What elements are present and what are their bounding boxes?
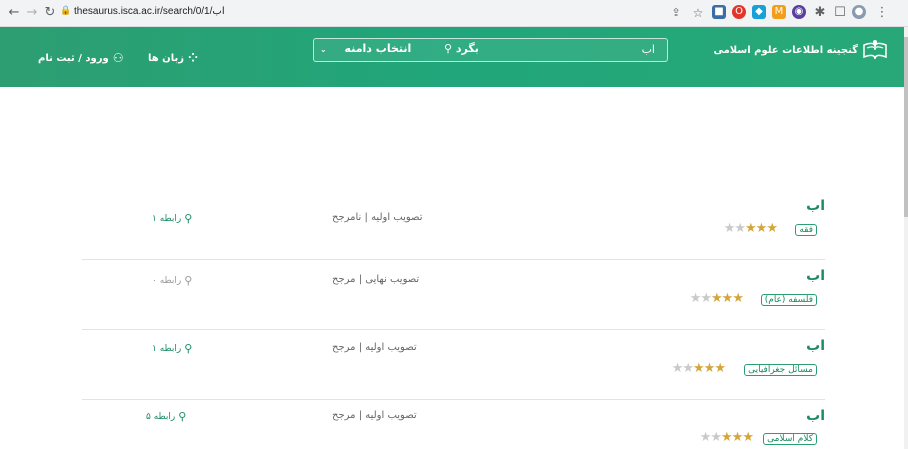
lock-icon: 🔒 (60, 6, 72, 16)
domain-badge[interactable]: کلام اسلامی (763, 433, 817, 445)
address-bar[interactable]: thesaurus.isca.ac.ir/search/0/1/اب (74, 6, 225, 17)
rating-stars: ★★★★★ (671, 361, 726, 376)
approval-status: تصویب اولیه | مرجح (332, 342, 417, 353)
relations-link[interactable]: ۰ رابطه ⚲ (152, 274, 192, 287)
browser-toolbar: ← → ↻ 🔒 thesaurus.isca.ac.ir/search/0/1/… (0, 0, 908, 27)
result-term[interactable]: اب (806, 268, 825, 284)
search-bar: اب ⚲ بگرد ⌄ انتخاب دامنه (313, 38, 668, 62)
extension-icon[interactable]: ◆ (752, 5, 766, 19)
result-term[interactable]: اب (806, 198, 825, 214)
relations-count: ۵ رابطه (146, 411, 176, 422)
domain-badge[interactable]: مسائل جغرافیایی (744, 364, 817, 376)
relations-count: ۱ رابطه (152, 343, 182, 354)
menu-kebab-icon[interactable]: ⋮ (874, 5, 890, 21)
profile-avatar-icon[interactable]: ● (852, 5, 866, 19)
opera-extension-icon[interactable]: O (732, 5, 746, 19)
rating-stars: ★★★★★ (723, 221, 778, 236)
extensions-puzzle-icon[interactable]: ✱ (812, 5, 828, 21)
logo-text: گنجینه اطلاعات علوم اسلامی (713, 44, 858, 56)
domain-badge[interactable]: فقه (795, 224, 817, 236)
book-logo-icon (863, 40, 887, 60)
languages-button[interactable]: زبان ها ⁘ (148, 51, 198, 65)
network-icon: ⚲ (184, 342, 193, 355)
forward-icon[interactable]: → (24, 5, 40, 21)
relations-link[interactable]: ۱ رابطه ⚲ (152, 342, 192, 355)
extension-icon[interactable]: M (772, 5, 786, 19)
bookmark-star-icon[interactable]: ☆ (690, 5, 706, 21)
rating-stars: ★★★★★ (699, 430, 754, 445)
back-icon[interactable]: ← (6, 5, 22, 21)
search-button-label: بگرد (455, 42, 479, 55)
approval-status: تصویب نهایی | مرجح (332, 274, 420, 285)
grid-icon: ⁘ (187, 51, 199, 65)
login-button[interactable]: ورود / ثبت نام ⚇ (38, 51, 123, 65)
result-row: اب فقه ★★★★★ تصویب اولیه | نامرجح ۱ رابط… (82, 190, 825, 260)
extension-icon[interactable]: ◉ (792, 5, 806, 19)
domain-select-label: انتخاب دامنه (344, 42, 412, 55)
scrollbar-thumb[interactable] (904, 37, 908, 217)
approval-status: تصویب اولیه | نامرجح (332, 212, 423, 223)
page-scrollbar[interactable] (904, 27, 908, 449)
result-term[interactable]: اب (806, 338, 825, 354)
network-icon: ⚲ (178, 410, 187, 423)
domain-select[interactable]: ⌄ انتخاب دامنه (320, 42, 411, 55)
search-icon: ⚲ (444, 42, 453, 55)
domain-badge[interactable]: فلسفه (عام) (760, 294, 817, 306)
search-input[interactable]: اب (642, 43, 655, 56)
tab-search-icon[interactable]: ☐ (832, 5, 848, 21)
relations-count: ۱ رابطه (152, 213, 182, 224)
extension-icon[interactable]: ■ (712, 5, 726, 19)
network-icon: ⚲ (184, 274, 193, 287)
login-label: ورود / ثبت نام (38, 52, 109, 64)
rating-stars: ★★★★★ (689, 291, 744, 306)
search-button[interactable]: ⚲ بگرد (444, 42, 479, 55)
result-row: اب کلام اسلامی ★★★★★ تصویب اولیه | مرجح … (82, 399, 825, 449)
site-header: گنجینه اطلاعات علوم اسلامی اب ⚲ بگرد ⌄ ا… (0, 27, 904, 87)
result-row: اب فلسفه (عام) ★★★★★ تصویب نهایی | مرجح … (82, 259, 825, 329)
result-row: اب مسائل جغرافیایی ★★★★★ تصویب اولیه | م… (82, 329, 825, 399)
result-term[interactable]: اب (806, 408, 825, 424)
relations-link[interactable]: ۱ رابطه ⚲ (152, 212, 192, 225)
reload-icon[interactable]: ↻ (42, 5, 58, 21)
chevron-down-icon: ⌄ (320, 45, 327, 54)
relations-link[interactable]: ۵ رابطه ⚲ (146, 410, 186, 423)
approval-status: تصویب اولیه | مرجح (332, 410, 417, 421)
network-icon: ⚲ (184, 212, 193, 225)
relations-count: ۰ رابطه (152, 275, 182, 286)
site-logo[interactable]: گنجینه اطلاعات علوم اسلامی (713, 39, 888, 61)
languages-label: زبان ها (148, 52, 184, 64)
share-icon[interactable]: ⇪ (668, 5, 684, 21)
user-icon: ⚇ (112, 51, 124, 65)
